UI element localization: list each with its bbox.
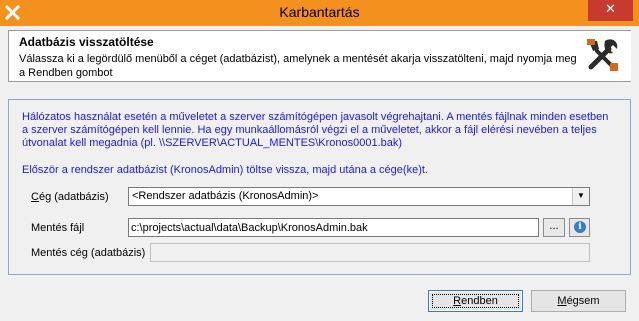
restore-panel: Hálózatos használat esetén a műveletet a…	[8, 99, 631, 275]
company-selected-value: <Rendszer adatbázis (KronosAdmin)>	[132, 190, 319, 202]
header-description: Válassza ki a legördülő menüből a céget …	[19, 53, 577, 79]
company-label: Cég (adatbázis)	[31, 191, 109, 203]
backup-company-field	[150, 243, 590, 262]
backup-file-input[interactable]	[128, 218, 539, 237]
tools-icon	[587, 39, 618, 71]
info-icon: i	[574, 221, 586, 233]
header-title: Adatbázis visszatöltése	[19, 35, 154, 49]
backup-file-label: Mentés fájl	[31, 222, 85, 234]
title-bar: Karbantartás ✕	[0, 0, 639, 26]
close-button[interactable]: ✕	[588, 0, 633, 21]
company-select[interactable]: <Rendszer adatbázis (KronosAdmin)> ▼	[128, 187, 590, 206]
chevron-down-icon[interactable]: ▼	[572, 188, 589, 205]
browse-button[interactable]: ...	[543, 218, 565, 237]
window-title: Karbantartás	[279, 4, 360, 20]
info-button[interactable]: i	[569, 218, 590, 237]
backup-company-label: Mentés cég (adatbázis)	[31, 247, 146, 259]
ok-button[interactable]: Rendben	[428, 290, 523, 312]
network-info-text: Hálózatos használat esetén a műveletet a…	[22, 111, 609, 149]
header-panel: Adatbázis visszatöltése Válassza ki a le…	[8, 30, 631, 82]
first-step-text: Először a rendszer adatbázist (KronosAdm…	[22, 164, 428, 176]
cancel-button[interactable]: Mégsem	[531, 290, 626, 312]
